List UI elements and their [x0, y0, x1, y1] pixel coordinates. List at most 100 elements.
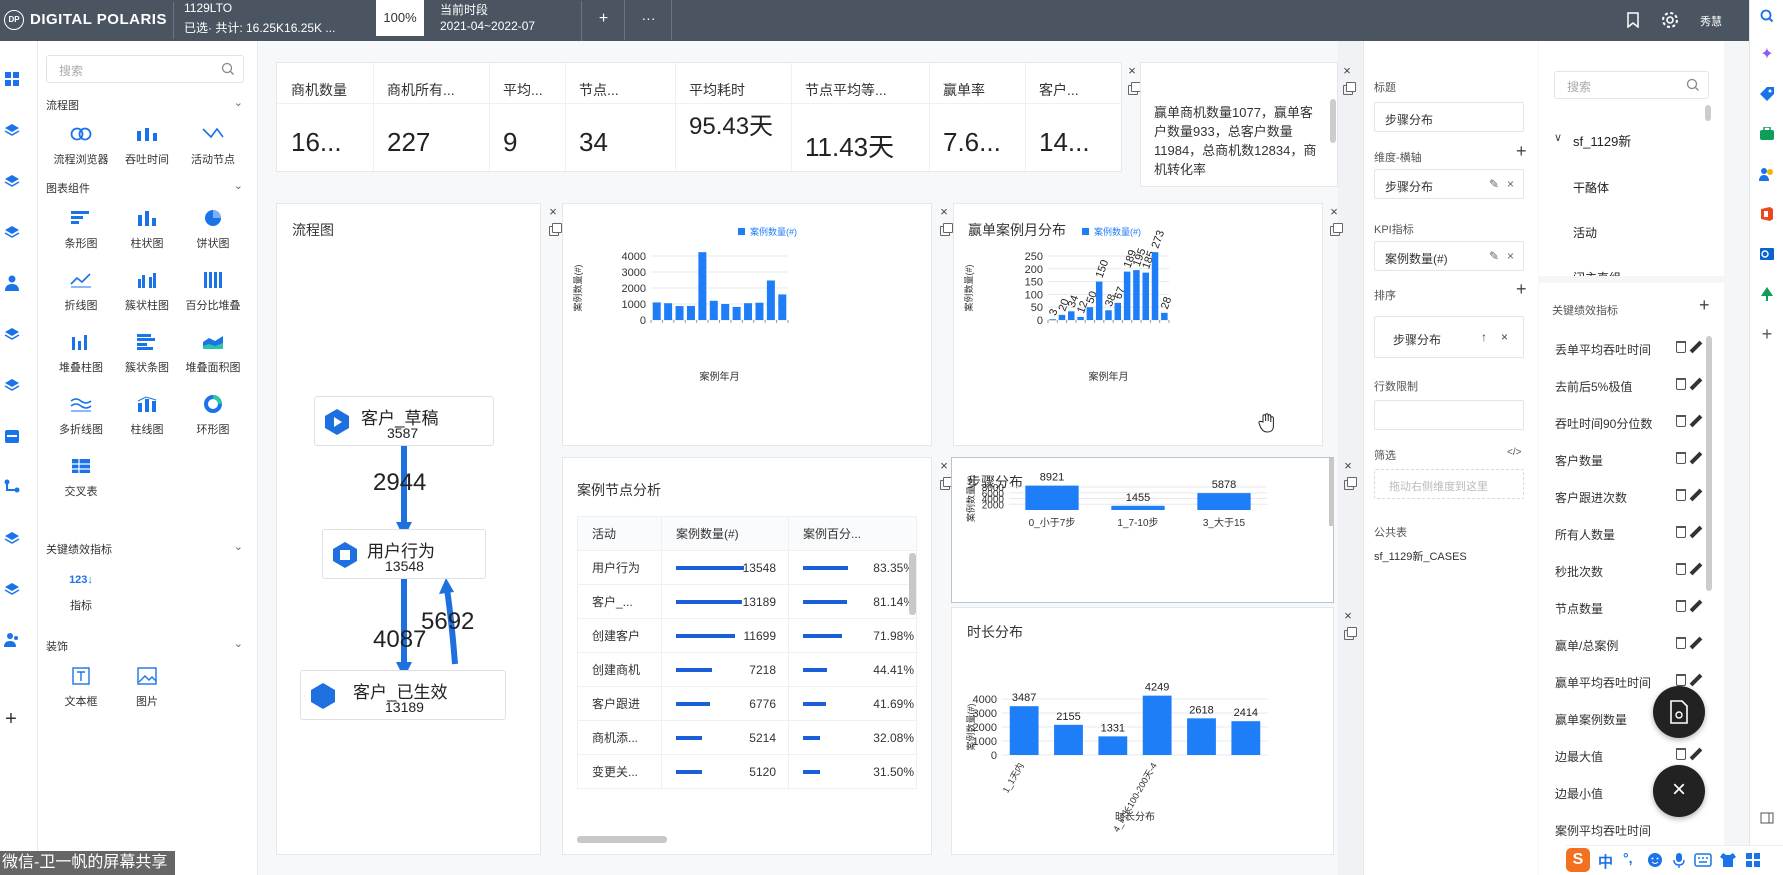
- calendar-icon[interactable]: [1, 425, 23, 447]
- kpi-list-item[interactable]: 去前后5%极值: [1539, 370, 1709, 400]
- office-icon[interactable]: [1757, 204, 1777, 224]
- tree-icon[interactable]: [1757, 284, 1777, 304]
- tree-item[interactable]: 活动: [1573, 224, 1597, 241]
- kpi-list-item[interactable]: 赢单/总案例: [1539, 629, 1709, 659]
- copy-icon[interactable]: [940, 477, 953, 490]
- copy-icon[interactable]: [549, 223, 562, 236]
- scrollbar[interactable]: [577, 836, 667, 843]
- chevron-down-icon[interactable]: ⌄: [234, 179, 243, 192]
- close-icon[interactable]: ×: [1327, 204, 1341, 219]
- table-row[interactable]: 商机添... 5214 32.08%: [577, 720, 917, 755]
- layers-icon[interactable]: [1, 170, 23, 192]
- briefcase-icon[interactable]: [1757, 124, 1777, 144]
- sidebar-toggle-icon[interactable]: [1757, 808, 1777, 828]
- scrollbar[interactable]: [1329, 458, 1334, 526]
- chart-item-percent-stack[interactable]: 百分比堆叠: [180, 267, 246, 313]
- sort-field[interactable]: 步骤分布 ↑ ×: [1374, 316, 1524, 358]
- table-row[interactable]: 创建客户 11699 71.98%: [577, 618, 917, 653]
- copy-icon[interactable]: [1330, 223, 1343, 236]
- edit-icon[interactable]: [1689, 488, 1703, 502]
- duration-distribution-card[interactable]: 时长分布 4000 3000 2000 1000 0 案例数量(#) 时长分布 3487 1_1…: [951, 607, 1334, 855]
- node-analysis-card[interactable]: 案例节点分析 活动 案例数量(#) 案例百分... 用户行为 13548 83.35…: [562, 457, 932, 855]
- chart-item-multi-line[interactable]: 多折线图: [48, 391, 114, 437]
- add-tab-button[interactable]: +: [583, 0, 625, 40]
- ime-language[interactable]: 中: [1598, 851, 1613, 872]
- ime-logo[interactable]: S: [1566, 848, 1590, 872]
- tag-icon[interactable]: [1757, 84, 1777, 104]
- copy-icon[interactable]: [1128, 82, 1141, 95]
- add-icon[interactable]: +: [1699, 295, 1710, 316]
- table-row[interactable]: 客户跟进 6776 41.69%: [577, 686, 917, 721]
- flow-chart-card[interactable]: 流程图 2944 4087 5692 客户_草稿 3587 用户行为 13548…: [276, 203, 541, 855]
- flow-node[interactable]: 用户行为 13548: [322, 529, 486, 579]
- period-selector[interactable]: 当前时段 2021-04~2022-07: [432, 1, 582, 41]
- chart-item-donut[interactable]: 环形图: [180, 391, 246, 437]
- row-limit-input[interactable]: [1374, 400, 1524, 430]
- section-chart[interactable]: 图表组件: [46, 180, 90, 196]
- users-icon[interactable]: [1, 629, 23, 651]
- kpi-indicator-item[interactable]: 123↓ 指标: [48, 567, 114, 613]
- layers-icon[interactable]: [1, 221, 23, 243]
- arrow-up-icon[interactable]: ↑: [1481, 330, 1487, 344]
- scrollbar[interactable]: [1330, 99, 1336, 143]
- code-icon[interactable]: </>: [1507, 447, 1521, 458]
- close-icon[interactable]: ×: [937, 458, 951, 473]
- trash-icon[interactable]: [1676, 637, 1686, 649]
- chart-item-stack-column[interactable]: 堆叠柱图: [48, 329, 114, 375]
- add-icon[interactable]: +: [1757, 324, 1777, 344]
- scrollbar[interactable]: [1705, 105, 1711, 121]
- chart-item-cluster-bar[interactable]: 簇状条图: [114, 329, 180, 375]
- chevron-down-icon[interactable]: ∨: [1554, 131, 1562, 144]
- remove-icon[interactable]: ×: [1507, 249, 1514, 263]
- won-case-chart-card[interactable]: 赢单案例月分布 250 200 150 100 50 0 案例数量(#) 案例年月 案例数量(#…: [953, 203, 1323, 446]
- kpi-strip[interactable]: 商机数量 16... 商机所有... 227 平均... 9 节点... 34 平均耗时 95.4…: [276, 62, 1123, 172]
- kpi-field[interactable]: 案例数量(#) ✎ ×: [1374, 241, 1524, 271]
- layers-icon[interactable]: [1, 527, 23, 549]
- scrollbar[interactable]: [909, 553, 916, 615]
- search-icon[interactable]: [1757, 6, 1777, 26]
- table-row[interactable]: 变更关... 5120 31.50%: [577, 754, 917, 789]
- flow-browser-item[interactable]: 流程浏览器: [48, 121, 114, 167]
- edit-icon[interactable]: [1689, 673, 1703, 687]
- search-input[interactable]: 搜索: [1554, 71, 1709, 99]
- step-distribution-card[interactable]: 步骤分布 8000 6000 4000 2000 案例数量(#) 8921 0_小于7步 14…: [951, 457, 1334, 603]
- chart-item-line[interactable]: 折线图: [48, 267, 114, 313]
- table-row[interactable]: 创建商机 7218 44.41%: [577, 652, 917, 687]
- chart-item-bar-h[interactable]: 条形图: [48, 205, 114, 251]
- edit-icon[interactable]: ✎: [1489, 177, 1499, 191]
- chevron-down-icon[interactable]: ⌄: [234, 96, 243, 109]
- save-fab[interactable]: [1653, 686, 1705, 738]
- edit-icon[interactable]: [1689, 451, 1703, 465]
- close-icon[interactable]: ×: [937, 204, 951, 219]
- kpi-list-item[interactable]: 丢单平均吞吐时间: [1539, 333, 1709, 363]
- edit-icon[interactable]: [1689, 747, 1703, 761]
- kpi-list-item[interactable]: 客户跟进次数: [1539, 481, 1709, 511]
- trash-icon[interactable]: [1676, 600, 1686, 612]
- sparkle-icon[interactable]: ✦: [1757, 44, 1777, 64]
- flow-node[interactable]: 客户_草稿 3587: [314, 396, 494, 446]
- kpi-list-item[interactable]: 客户数量: [1539, 444, 1709, 474]
- column-header[interactable]: 案例百分...: [788, 516, 917, 551]
- skin-icon[interactable]: [1718, 851, 1738, 869]
- user-name[interactable]: 秀慧: [1700, 13, 1722, 29]
- tree-root[interactable]: sf_1129新: [1573, 131, 1631, 150]
- close-icon[interactable]: ×: [1340, 63, 1354, 78]
- flow-icon[interactable]: [1, 476, 23, 498]
- edit-icon[interactable]: [1689, 599, 1703, 613]
- kpi-value[interactable]: 11.43天: [805, 127, 894, 164]
- monthly-case-chart-card[interactable]: 4000 3000 2000 1000 0 案例数量(#) 案例年月 案例数量(#): [562, 203, 932, 446]
- kpi-list-item[interactable]: 所有人数量: [1539, 518, 1709, 548]
- title-input[interactable]: 步骤分布: [1374, 102, 1524, 132]
- search-input[interactable]: 搜索: [46, 55, 244, 83]
- dimension-field[interactable]: 步骤分布 ✎ ×: [1374, 169, 1524, 199]
- flow-node[interactable]: 客户_已生效 13189: [300, 670, 506, 720]
- edit-icon[interactable]: [1689, 414, 1703, 428]
- remove-icon[interactable]: ×: [1501, 330, 1508, 344]
- trash-icon[interactable]: [1676, 415, 1686, 427]
- project-name[interactable]: 1129LTO: [184, 1, 232, 15]
- kpi-value[interactable]: 95.43天: [689, 115, 779, 139]
- table-row[interactable]: 客户_... 13189 81.14%: [577, 584, 917, 619]
- column-header[interactable]: 活动: [577, 516, 662, 551]
- layers-icon[interactable]: [1, 323, 23, 345]
- throughput-item[interactable]: 吞吐时间: [114, 121, 180, 167]
